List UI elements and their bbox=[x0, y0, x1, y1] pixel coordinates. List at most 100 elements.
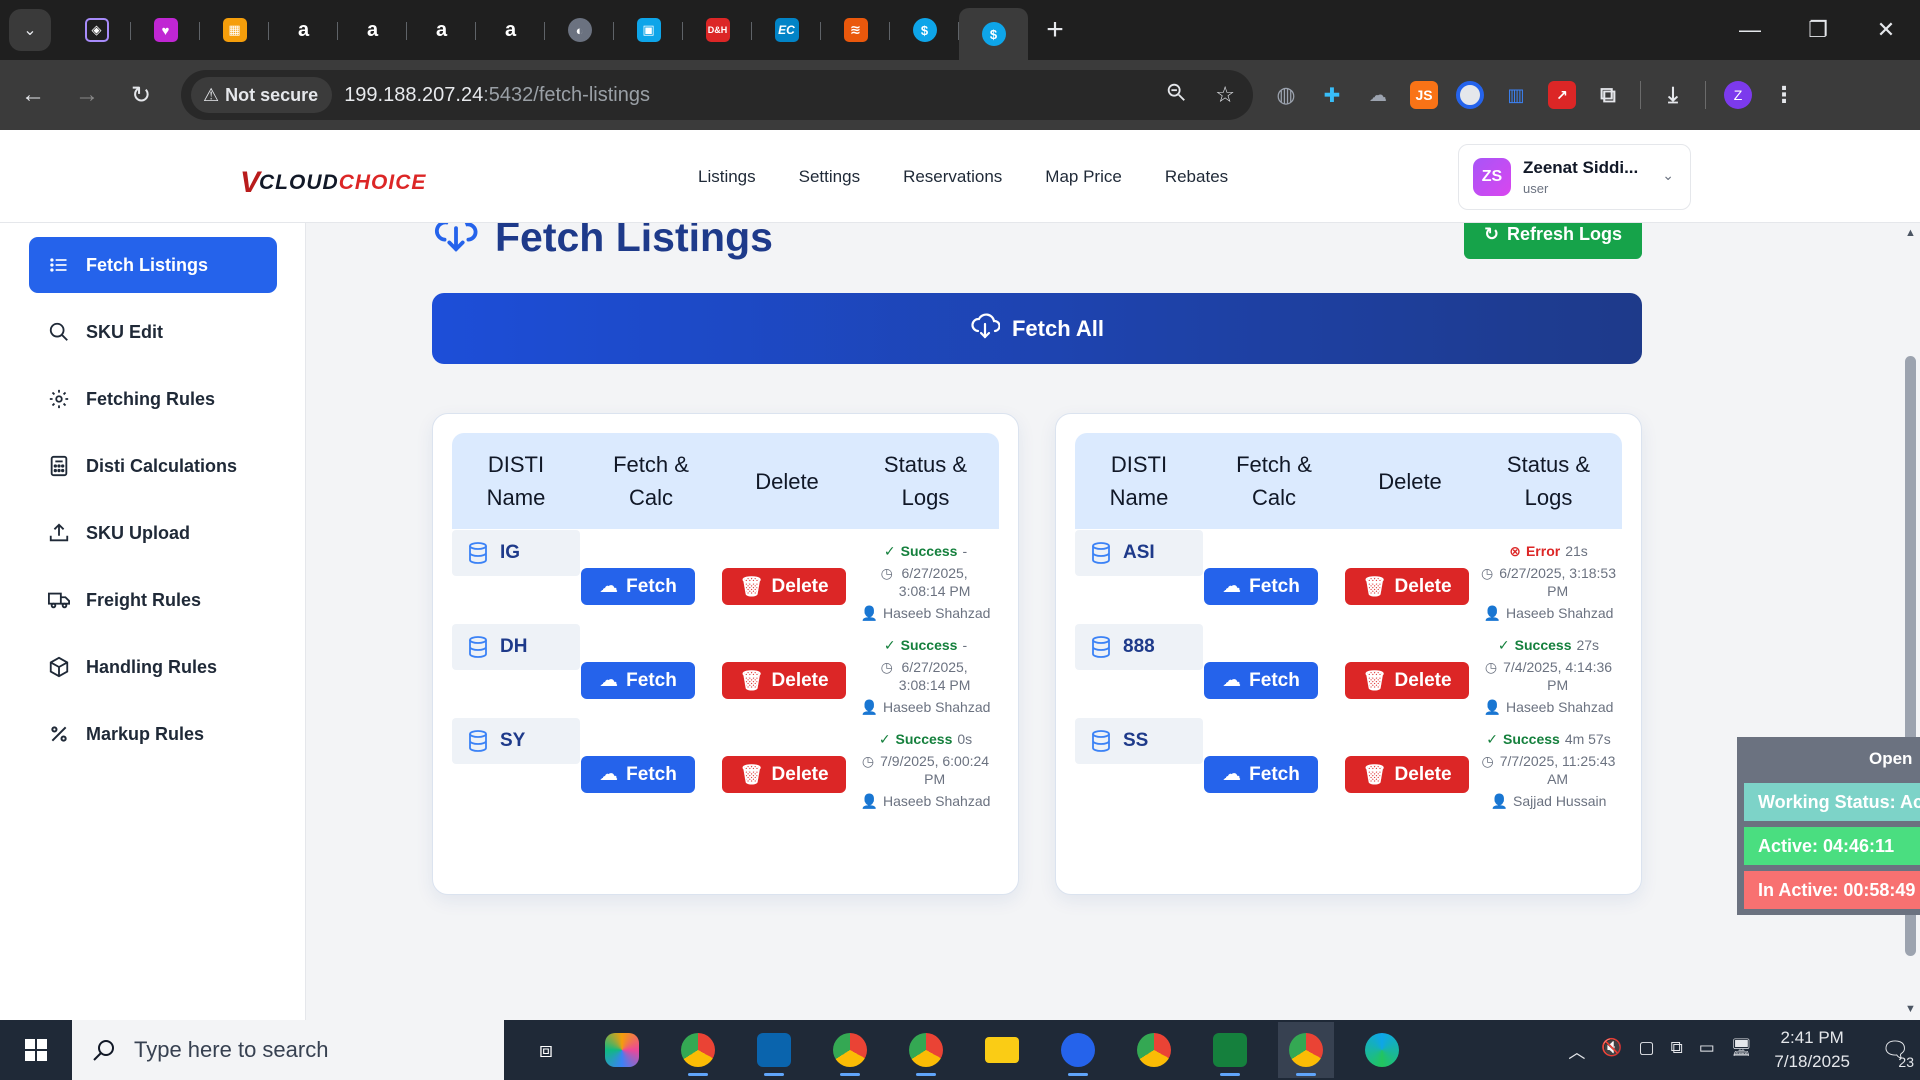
zoom-icon[interactable] bbox=[1050, 1022, 1106, 1078]
timestamp-date: 7/4/2025, 4:14:36 bbox=[1503, 659, 1613, 675]
browser-tab[interactable]: $ bbox=[890, 7, 959, 53]
delete-button[interactable]: 🗑 Delete bbox=[1345, 568, 1469, 605]
sidebar-item-fetching-rules[interactable]: Fetching Rules bbox=[29, 371, 277, 427]
cloud-extension-icon[interactable]: ☁ bbox=[1364, 81, 1392, 109]
fetch-button[interactable]: ☁ Fetch bbox=[581, 662, 695, 699]
clock-icon: ◷ bbox=[880, 565, 893, 581]
excel-icon[interactable] bbox=[1202, 1022, 1258, 1078]
bookmark-star-icon[interactable]: ☆ bbox=[1215, 82, 1235, 108]
battery-icon[interactable]: ▭ bbox=[1699, 1038, 1715, 1063]
sidebar-item-sku-edit[interactable]: SKU Edit bbox=[29, 304, 277, 360]
chevron-up-icon[interactable]: ︿ bbox=[1568, 1038, 1585, 1063]
database-icon bbox=[1091, 730, 1111, 752]
browser-tab[interactable]: ≋ bbox=[821, 7, 890, 53]
device-icon[interactable]: ▢ bbox=[1639, 1038, 1655, 1063]
delete-button[interactable]: 🗑 Delete bbox=[722, 568, 846, 605]
restore-icon[interactable]: ❐ bbox=[1784, 0, 1852, 60]
sidebar-item-markup-rules[interactable]: Markup Rules bbox=[29, 706, 277, 762]
outlook-icon[interactable] bbox=[746, 1022, 802, 1078]
delete-button[interactable]: 🗑 Delete bbox=[1345, 756, 1469, 793]
status-badge: Success bbox=[900, 543, 958, 559]
scroll-down-icon[interactable]: ▼ bbox=[1905, 1003, 1916, 1015]
minimize-icon[interactable]: — bbox=[1716, 0, 1784, 60]
network-icon[interactable]: 🖥 bbox=[1731, 1038, 1753, 1063]
clock-icon: ◷ bbox=[1481, 565, 1494, 581]
fetch-button[interactable]: ☁ Fetch bbox=[581, 568, 695, 605]
scroll-up-icon[interactable]: ▲ bbox=[1905, 227, 1916, 239]
nav-settings[interactable]: Settings bbox=[799, 167, 860, 187]
sidebar-item-disti-calculations[interactable]: Disti Calculations bbox=[29, 438, 277, 494]
delete-button[interactable]: 🗑 Delete bbox=[1345, 662, 1469, 699]
speaker-muted-icon[interactable]: 🔇 bbox=[1601, 1038, 1622, 1063]
browser-tab[interactable]: ◐ bbox=[545, 7, 614, 53]
fetch-button[interactable]: ☁ Fetch bbox=[1204, 568, 1318, 605]
js-extension-icon[interactable]: JS bbox=[1410, 81, 1438, 109]
reload-button[interactable]: ↻ bbox=[114, 68, 168, 122]
chrome-profile-icon[interactable] bbox=[670, 1022, 726, 1078]
delete-button[interactable]: 🗑 Delete bbox=[722, 662, 846, 699]
sidebar-item-fetch-listings[interactable]: Fetch Listings bbox=[29, 237, 277, 293]
user-menu[interactable]: ZS Zeenat Siddi... user ⌄ bbox=[1458, 144, 1691, 210]
browser-tab[interactable]: a bbox=[407, 7, 476, 53]
file-explorer-icon[interactable] bbox=[974, 1022, 1030, 1078]
extensions-puzzle-icon[interactable]: ⧉ bbox=[1594, 81, 1622, 109]
chrome-icon[interactable] bbox=[1126, 1022, 1182, 1078]
chrome-profile-icon[interactable] bbox=[822, 1022, 878, 1078]
circle-extension-icon[interactable] bbox=[1456, 81, 1484, 109]
back-button[interactable]: ← bbox=[6, 68, 60, 122]
taskbar-clock[interactable]: 2:41 PM 7/18/2025 bbox=[1774, 1026, 1850, 1074]
sidebar-item-sku-upload[interactable]: SKU Upload bbox=[29, 505, 277, 561]
nav-rebates[interactable]: Rebates bbox=[1165, 167, 1228, 187]
puzzle-extension-icon[interactable]: ✚ bbox=[1318, 81, 1346, 109]
browser-tab[interactable]: ▦ bbox=[200, 7, 269, 53]
url-text[interactable]: 199.188.207.24:5432/fetch-listings bbox=[344, 84, 650, 107]
sidebar-item-freight-rules[interactable]: Freight Rules bbox=[29, 572, 277, 628]
trash-icon: 🗑 bbox=[1362, 764, 1387, 786]
log-user: Haseeb Shahzad bbox=[883, 793, 991, 809]
fetch-all-button[interactable]: Fetch All bbox=[432, 293, 1642, 364]
task-view-icon[interactable]: ⧈ bbox=[518, 1022, 574, 1078]
taskbar-search[interactable]: Type here to search bbox=[72, 1020, 504, 1080]
browser-tab[interactable]: a bbox=[338, 7, 407, 53]
arrow-extension-icon[interactable]: ↗ bbox=[1548, 81, 1576, 109]
delete-button[interactable]: 🗑 Delete bbox=[722, 756, 846, 793]
chrome-active-icon[interactable] bbox=[1278, 1022, 1334, 1078]
browser-tab-active[interactable]: $ bbox=[959, 8, 1028, 60]
nav-reservations[interactable]: Reservations bbox=[903, 167, 1002, 187]
refresh-logs-button[interactable]: ↻ Refresh Logs bbox=[1464, 223, 1642, 259]
chart-extension-icon[interactable]: ▥ bbox=[1502, 81, 1530, 109]
copilot-icon[interactable] bbox=[594, 1022, 650, 1078]
nav-map-price[interactable]: Map Price bbox=[1045, 167, 1122, 187]
tab-search-button[interactable]: ⌄ bbox=[9, 9, 51, 51]
sidebar-item-handling-rules[interactable]: Handling Rules bbox=[29, 639, 277, 695]
widget-open-button[interactable]: Open bbox=[1869, 749, 1912, 769]
edge-icon[interactable] bbox=[1354, 1022, 1410, 1078]
security-indicator[interactable]: ⚠ Not secure bbox=[191, 77, 333, 113]
browser-tab[interactable]: a bbox=[269, 7, 338, 53]
download-icon[interactable]: ⤓ bbox=[1659, 81, 1687, 109]
screen-icon[interactable]: ⧉ bbox=[1671, 1038, 1683, 1063]
notification-center-button[interactable]: 🗨 23 bbox=[1870, 1020, 1920, 1080]
chrome-profile-icon[interactable] bbox=[898, 1022, 954, 1078]
profile-avatar[interactable]: Z bbox=[1724, 81, 1752, 109]
browser-tab[interactable]: ♥ bbox=[131, 7, 200, 53]
browser-tab[interactable]: D&H bbox=[683, 7, 752, 53]
fetch-button[interactable]: ☁ Fetch bbox=[581, 756, 695, 793]
start-button[interactable] bbox=[0, 1020, 72, 1080]
kebab-menu-icon[interactable]: ⋮ bbox=[1770, 81, 1798, 109]
fetch-button[interactable]: ☁ Fetch bbox=[1204, 662, 1318, 699]
browser-tab[interactable]: a bbox=[476, 7, 545, 53]
address-bar[interactable]: ⚠ Not secure 199.188.207.24:5432/fetch-l… bbox=[181, 70, 1253, 120]
trash-icon: 🗑 bbox=[739, 764, 764, 786]
fetch-button[interactable]: ☁ Fetch bbox=[1204, 756, 1318, 793]
nav-listings[interactable]: Listings bbox=[698, 167, 756, 187]
zoom-icon[interactable] bbox=[1165, 81, 1187, 109]
vcloudchoice-logo[interactable]: V CLOUD CHOICE bbox=[240, 166, 426, 200]
globe-extension-icon[interactable]: ◍ bbox=[1272, 81, 1300, 109]
new-tab-button[interactable]: + bbox=[1032, 7, 1078, 53]
browser-tab[interactable]: ▣ bbox=[614, 7, 683, 53]
forward-button[interactable]: → bbox=[60, 68, 114, 122]
browser-tab[interactable]: EC bbox=[752, 7, 821, 53]
close-icon[interactable]: ✕ bbox=[1852, 0, 1920, 60]
browser-tab[interactable]: ◈ bbox=[62, 7, 131, 53]
